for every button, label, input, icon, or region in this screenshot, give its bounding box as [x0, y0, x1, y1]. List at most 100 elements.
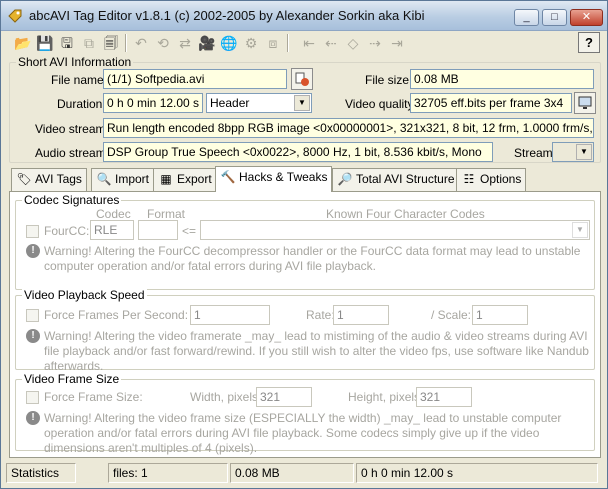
force-frame-size-label: Force Frame Size:	[44, 390, 143, 404]
video-stream-label: Video stream:	[35, 122, 109, 136]
tab-import[interactable]: 🔍 Import	[91, 168, 155, 191]
undo-icon[interactable]: ↶	[131, 33, 151, 53]
toolbar-separator	[287, 34, 289, 52]
settings-gear-icon[interactable]: ⚙	[241, 33, 261, 53]
hammer-icon: 🔨	[220, 170, 236, 184]
save-icon[interactable]: 💾	[35, 33, 55, 53]
status-duration: 0 h 0 min 12.00 s	[356, 463, 598, 483]
save-all-icon[interactable]: ⧉	[79, 33, 99, 53]
playback-warning-text: Warning! Altering the video framerate _m…	[44, 329, 589, 373]
chevron-down-icon: ▼	[572, 222, 588, 238]
audio-stream-field: DSP Group True Speech <0x0022>, 8000 Hz,…	[103, 142, 493, 162]
globe-icon[interactable]: 🌐	[219, 33, 239, 53]
video-quality-field: 32705 eff.bits per frame 3x4	[410, 93, 572, 113]
codec-fourcc-field[interactable]: RLE	[90, 220, 134, 240]
frame-size-warning-text: Warning! Altering the video frame size (…	[44, 411, 562, 455]
height-field[interactable]: 321	[416, 387, 472, 407]
search-icon: 🔎	[337, 172, 353, 186]
status-size: 0.08 MB	[230, 463, 354, 483]
diamond-icon[interactable]: ◇	[343, 33, 363, 53]
duration-mode-select[interactable]: Header ▼	[206, 93, 312, 113]
rate-label: Rate:	[306, 308, 335, 322]
format-fourcc-field[interactable]	[138, 220, 178, 240]
known-codes-column-header: Known Four Character Codes	[326, 207, 485, 221]
warning-icon: !	[26, 411, 40, 425]
refresh-icon[interactable]: ⟲	[153, 33, 173, 53]
file-size-label: File size:	[365, 73, 413, 87]
height-label: Height, pixels:	[348, 390, 424, 404]
file-name-field: (1/1) Softpedia.avi	[103, 69, 287, 89]
width-label: Width, pixels:	[190, 390, 262, 404]
stream-label: Stream:	[514, 146, 557, 160]
frame-size-title: Video Frame Size	[22, 372, 122, 386]
playback-speed-title: Video Playback Speed	[22, 288, 147, 302]
force-fps-checkbox[interactable]	[26, 309, 39, 322]
rename-file-button[interactable]	[291, 68, 313, 90]
status-label: Statistics	[6, 463, 76, 483]
tab-label: AVI Tags	[35, 172, 82, 186]
audio-stream-label: Audio stream:	[35, 146, 110, 160]
warning-icon: !	[26, 244, 40, 258]
file-name-label: File name:	[51, 73, 108, 87]
tab-avi-tags[interactable]: 🏷 AVI Tags	[11, 168, 87, 191]
close-button[interactable]: ✕	[570, 9, 603, 26]
status-files: files: 1	[108, 463, 228, 483]
tab-label: Total AVI Structure	[356, 172, 455, 186]
last-icon[interactable]: ⇥	[387, 33, 407, 53]
open-folder-icon[interactable]: 📂	[13, 33, 33, 53]
window-title: abcAVI Tag Editor v1.8.1 (c) 2002-2005 b…	[29, 8, 425, 23]
short-info-title: Short AVI Information	[16, 55, 134, 69]
duration-label: Duration:	[57, 97, 106, 111]
duration-field: 0 h 0 min 12.00 s	[103, 93, 203, 113]
force-fps-label: Force Frames Per Second:	[44, 308, 189, 322]
tab-total-avi-structure[interactable]: 🔎 Total AVI Structure	[332, 168, 460, 191]
status-bar: Statistics files: 1 0.08 MB 0 h 0 min 12…	[4, 462, 604, 484]
warning-icon: !	[26, 329, 40, 343]
convert-icon[interactable]: ⇄	[175, 33, 195, 53]
scale-label: / Scale:	[431, 308, 472, 322]
fourcc-label: FourCC:	[44, 224, 90, 238]
save-as-icon[interactable]: 🖫	[57, 33, 77, 53]
tag-icon: 🏷	[16, 172, 32, 186]
magnifier-icon: 🔍	[96, 172, 112, 186]
known-codes-select[interactable]: ▼	[200, 220, 590, 240]
table-icon: ▦	[160, 172, 172, 186]
minimize-button[interactable]: _	[514, 9, 539, 26]
force-frame-size-checkbox[interactable]	[26, 391, 39, 404]
fps-field[interactable]: 1	[190, 305, 270, 325]
maximize-button[interactable]: □	[542, 9, 567, 26]
tab-label: Hacks & Tweaks	[239, 170, 328, 184]
chevron-down-icon: ▼	[576, 144, 592, 160]
camera-icon[interactable]: 🎥	[197, 33, 217, 53]
hacks-tweaks-panel: Codec Signatures Codec Format Known Four…	[9, 191, 601, 458]
chevron-down-icon: ▼	[294, 95, 310, 111]
help-button[interactable]: ?	[578, 32, 600, 53]
duration-mode-value: Header	[210, 96, 250, 110]
batch-save-icon[interactable]: 🗐	[101, 33, 121, 53]
format-column-header: Format	[147, 207, 186, 221]
tab-label: Options	[480, 172, 522, 186]
video-stream-field: Run length encoded 8bpp RGB image <0x000…	[103, 118, 594, 138]
codec-signatures-title: Codec Signatures	[22, 193, 122, 207]
toolbar: 📂 💾 🖫 ⧉ 🗐 ↶ ⟲ ⇄ 🎥 🌐 ⚙ ⧈ ⇤ ⇠ ◇ ⇢ ⇥ ?	[9, 32, 601, 54]
options-icon: ☷	[463, 172, 475, 186]
previous-icon[interactable]: ⇠	[321, 33, 341, 53]
scale-field[interactable]: 1	[472, 305, 528, 325]
video-quality-button[interactable]	[574, 92, 596, 114]
tab-options[interactable]: ☷ Options	[456, 168, 527, 191]
rate-field[interactable]: 1	[333, 305, 389, 325]
file-size-field: 0.08 MB	[410, 69, 594, 89]
codec-warning-text: Warning! Altering the FourCC decompresso…	[44, 244, 581, 273]
next-icon[interactable]: ⇢	[365, 33, 385, 53]
tab-label: Import	[115, 172, 150, 186]
codec-column-header: Codec	[96, 207, 131, 221]
first-icon[interactable]: ⇤	[299, 33, 319, 53]
stream-select[interactable]: ▼	[552, 142, 594, 162]
fourcc-checkbox[interactable]	[26, 225, 39, 238]
tab-label: Export	[177, 172, 212, 186]
tab-hacks-tweaks[interactable]: 🔨 Hacks & Tweaks	[215, 166, 333, 192]
width-field[interactable]: 321	[256, 387, 312, 407]
tab-export[interactable]: ▦ Export	[153, 168, 217, 191]
toolbar-separator	[125, 34, 127, 52]
plugin-icon[interactable]: ⧈	[263, 33, 283, 53]
